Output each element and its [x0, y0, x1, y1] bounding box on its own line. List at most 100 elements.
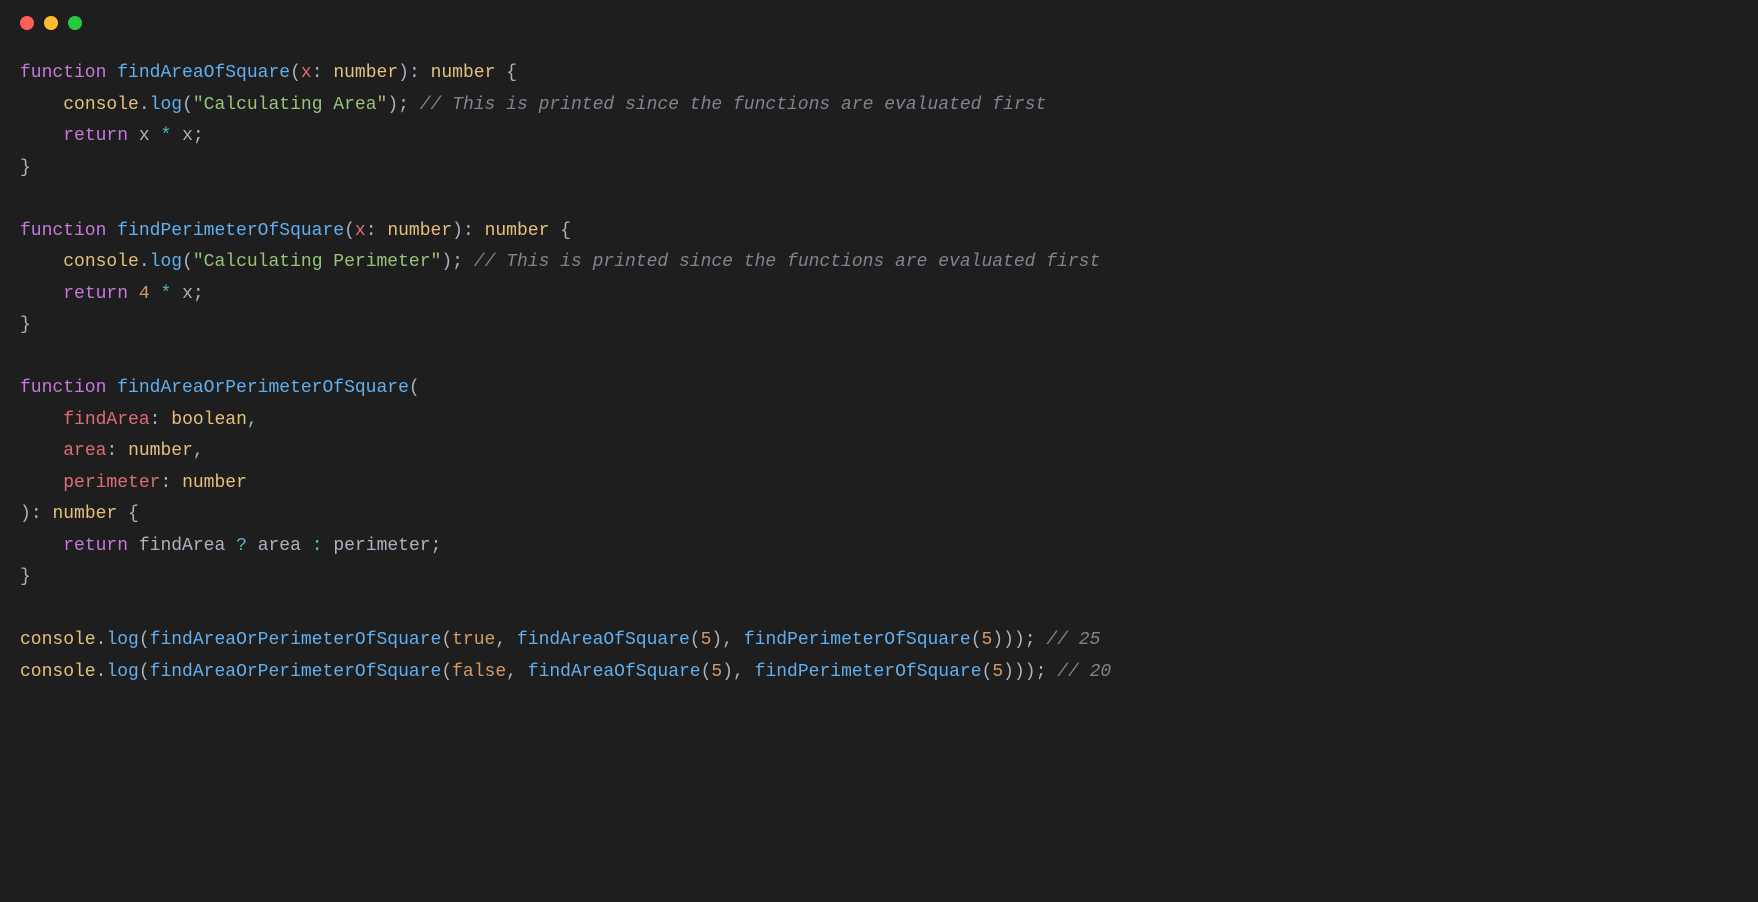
function-call: findAreaOrPerimeterOfSquare [150, 630, 442, 650]
number-literal: 5 [982, 630, 993, 650]
number-literal: 4 [139, 284, 150, 304]
comma: , [495, 630, 506, 650]
type-number: number [128, 441, 193, 461]
paren-close: ) [398, 63, 409, 83]
operator-star: * [160, 126, 171, 146]
semi: ; [452, 252, 463, 272]
colon: : [106, 441, 117, 461]
maximize-button[interactable] [68, 16, 82, 30]
comment: // This is printed since the functions a… [474, 252, 1101, 272]
comma: , [247, 410, 258, 430]
paren-open: ( [971, 630, 982, 650]
paren-close: ) [992, 630, 1003, 650]
colon: : [312, 63, 323, 83]
code-content[interactable]: function findAreaOfSquare(x: number): nu… [0, 38, 1758, 708]
var-findArea: findArea [139, 536, 225, 556]
paren-close: ) [722, 662, 733, 682]
paren-open: ( [441, 630, 452, 650]
paren-close: ) [1025, 662, 1036, 682]
string-literal: "Calculating Perimeter" [193, 252, 441, 272]
type-number: number [182, 473, 247, 493]
paren-open: ( [139, 630, 150, 650]
paren-open: ( [290, 63, 301, 83]
dot: . [139, 95, 150, 115]
ident-console: console [20, 662, 96, 682]
var-x: x [182, 126, 193, 146]
paren-open: ( [690, 630, 701, 650]
comma: , [506, 662, 517, 682]
string-literal: "Calculating Area" [193, 95, 387, 115]
function-name: findPerimeterOfSquare [117, 221, 344, 241]
paren-open: ( [182, 252, 193, 272]
paren-close: ) [711, 630, 722, 650]
semi: ; [193, 126, 204, 146]
dot: . [96, 630, 107, 650]
keyword-return: return [63, 536, 128, 556]
code-editor-window: function findAreaOfSquare(x: number): nu… [0, 0, 1758, 902]
close-button[interactable] [20, 16, 34, 30]
ident-console: console [63, 95, 139, 115]
paren-open: ( [441, 662, 452, 682]
function-name: findAreaOrPerimeterOfSquare [117, 378, 409, 398]
semi: ; [1036, 662, 1047, 682]
paren-close: ) [1014, 630, 1025, 650]
colon: : [150, 410, 161, 430]
param-x: x [301, 63, 312, 83]
keyword-function: function [20, 221, 106, 241]
var-area: area [258, 536, 301, 556]
keyword-function: function [20, 378, 106, 398]
type-number: number [485, 221, 550, 241]
method-log: log [150, 95, 182, 115]
operator-star: * [160, 284, 171, 304]
type-number: number [431, 63, 496, 83]
type-boolean: boolean [171, 410, 247, 430]
var-x: x [139, 126, 150, 146]
paren-close: ) [20, 504, 31, 524]
dot: . [139, 252, 150, 272]
comma: , [722, 630, 733, 650]
colon: : [409, 63, 420, 83]
method-log: log [150, 252, 182, 272]
brace-close: } [20, 315, 31, 335]
paren-open: ( [982, 662, 993, 682]
semi: ; [431, 536, 442, 556]
function-call: findPerimeterOfSquare [744, 630, 971, 650]
operator-colon: : [312, 536, 323, 556]
function-call: findAreaOfSquare [528, 662, 701, 682]
ident-console: console [63, 252, 139, 272]
var-perimeter: perimeter [333, 536, 430, 556]
keyword-return: return [63, 126, 128, 146]
const-true: true [452, 630, 495, 650]
semi: ; [398, 95, 409, 115]
paren-open: ( [182, 95, 193, 115]
keyword-function: function [20, 63, 106, 83]
function-name: findAreaOfSquare [117, 63, 290, 83]
type-number: number [333, 63, 398, 83]
paren-close: ) [387, 95, 398, 115]
method-log: log [106, 662, 138, 682]
number-literal: 5 [992, 662, 1003, 682]
paren-close: ) [1014, 662, 1025, 682]
paren-close: ) [1003, 630, 1014, 650]
brace-close: } [20, 567, 31, 587]
window-titlebar [0, 0, 1758, 38]
param-findArea: findArea [63, 410, 149, 430]
keyword-return: return [63, 284, 128, 304]
var-x: x [182, 284, 193, 304]
function-call: findPerimeterOfSquare [755, 662, 982, 682]
semi: ; [1025, 630, 1036, 650]
comma: , [193, 441, 204, 461]
brace-open: { [560, 221, 571, 241]
minimize-button[interactable] [44, 16, 58, 30]
param-perimeter: perimeter [63, 473, 160, 493]
number-literal: 5 [701, 630, 712, 650]
dot: . [96, 662, 107, 682]
comment: // 20 [1057, 662, 1111, 682]
comment: // This is printed since the functions a… [420, 95, 1047, 115]
const-false: false [452, 662, 506, 682]
brace-open: { [506, 63, 517, 83]
paren-close: ) [441, 252, 452, 272]
colon: : [366, 221, 377, 241]
colon: : [463, 221, 474, 241]
type-number: number [52, 504, 117, 524]
